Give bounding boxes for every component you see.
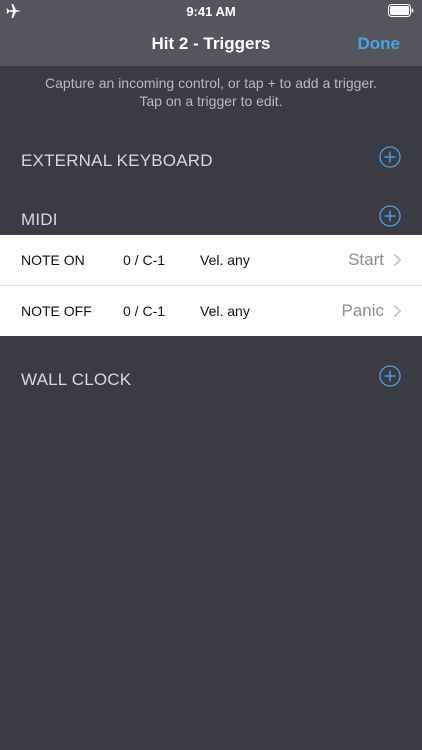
status-bar: 9:41 AM: [0, 0, 422, 22]
section-label-midi: MIDI: [21, 210, 58, 229]
trigger-velocity: Vel. any: [200, 303, 250, 319]
trigger-row-note-on[interactable]: NOTE ON 0 / C-1 Vel. any Start: [0, 235, 422, 286]
chevron-right-icon: [393, 253, 402, 267]
status-time: 9:41 AM: [186, 4, 236, 19]
section-label-wall-clock: WALL CLOCK: [21, 370, 132, 389]
trigger-action: Panic: [341, 301, 384, 320]
section-wall-clock: WALL CLOCK: [21, 365, 401, 395]
instructions-line-2: Tap on a trigger to edit.: [139, 93, 283, 109]
trigger-message: NOTE OFF: [21, 303, 92, 319]
section-label-external-keyboard: EXTERNAL KEYBOARD: [21, 151, 213, 170]
done-button[interactable]: Done: [358, 34, 401, 54]
navigation-bar: Hit 2 - Triggers Done: [0, 22, 422, 66]
add-external-keyboard-trigger-icon[interactable]: [379, 146, 401, 168]
instructions-line-1: Capture an incoming control, or tap + to…: [45, 75, 377, 91]
trigger-velocity: Vel. any: [200, 252, 250, 268]
add-midi-trigger-icon[interactable]: [379, 205, 401, 227]
trigger-message: NOTE ON: [21, 252, 85, 268]
section-midi: MIDI: [21, 205, 401, 235]
add-wall-clock-trigger-icon[interactable]: [379, 365, 401, 387]
trigger-note: 0 / C-1: [123, 303, 166, 319]
chevron-right-icon: [393, 304, 402, 318]
trigger-row-note-off[interactable]: NOTE OFF 0 / C-1 Vel. any Panic: [0, 286, 422, 336]
trigger-note: 0 / C-1: [123, 252, 166, 268]
section-external-keyboard: EXTERNAL KEYBOARD: [21, 146, 401, 176]
midi-trigger-list: NOTE ON 0 / C-1 Vel. any Start NOTE OFF …: [0, 235, 422, 336]
trigger-action: Start: [348, 250, 384, 269]
battery-icon: [388, 4, 414, 17]
instructions: Capture an incoming control, or tap + to…: [0, 74, 422, 110]
